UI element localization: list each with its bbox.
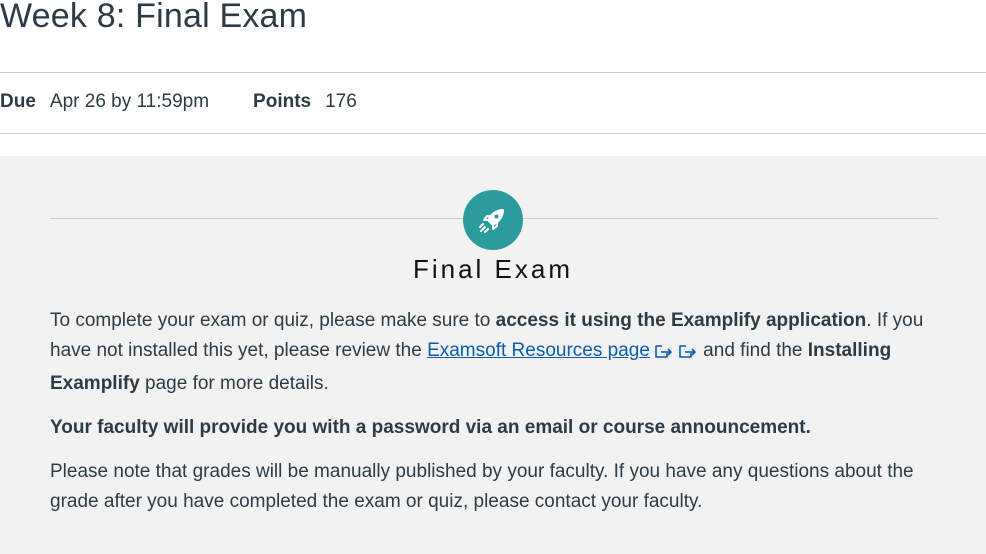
instructions-paragraph-2: Your faculty will provide you with a pas…: [50, 413, 930, 443]
instructions-paragraph-3: Please note that grades will be manually…: [50, 461, 914, 512]
rocket-icon: [479, 209, 504, 233]
emphasis-text: access it using the Examplify applicatio…: [495, 310, 867, 331]
external-link-icon[interactable]: [654, 339, 674, 369]
points-label: Points: [253, 91, 312, 112]
due-date: Apr 26 by 11:59pm: [49, 91, 210, 112]
due-label: Due: [0, 91, 36, 112]
divider: [0, 72, 986, 73]
examsoft-resources-link[interactable]: Examsoft Resources page: [427, 340, 650, 361]
divider: [0, 133, 986, 134]
text-segment: To complete your exam or quiz, please ma…: [50, 310, 496, 331]
exam-heading: Final Exam: [412, 254, 574, 284]
points-value: 176: [325, 91, 357, 112]
rocket-badge: [463, 190, 523, 250]
exam-info-panel: Final Exam To complete your exam or quiz…: [0, 156, 986, 554]
assignment-details: Due Apr 26 by 11:59pm Points 176: [0, 89, 401, 115]
assignment-page: Week 8: Final Exam Due Apr 26 by 11:59pm…: [0, 0, 986, 554]
text-segment: and find the: [697, 340, 808, 361]
password-notice: Your faculty will provide you with a pas…: [50, 417, 811, 438]
instructions-paragraph-1: To complete your exam or quiz, please ma…: [50, 306, 930, 399]
external-link-icon[interactable]: [678, 339, 698, 369]
instructions: To complete your exam or quiz, please ma…: [50, 306, 930, 531]
page-title: Week 8: Final Exam: [0, 0, 308, 35]
text-segment: page for more details.: [139, 373, 329, 394]
